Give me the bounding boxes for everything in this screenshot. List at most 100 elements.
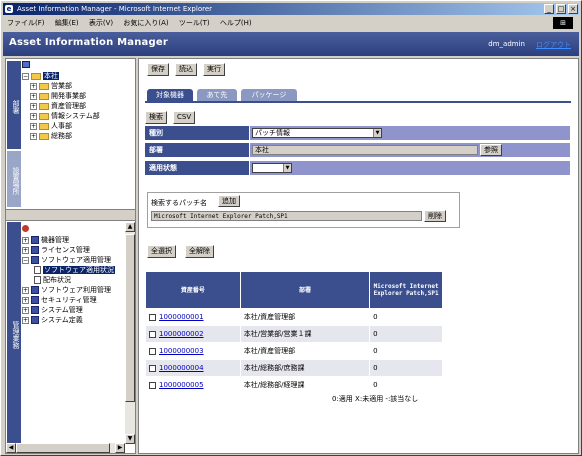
delete-patch-button[interactable]: 削除 [424, 210, 446, 222]
book-icon [31, 316, 39, 324]
maximize-button[interactable]: □ [556, 4, 566, 14]
expand-icon[interactable]: + [30, 92, 37, 100]
chevron-down-icon[interactable]: ▼ [283, 164, 291, 172]
tree-node-is[interactable]: + 情報システム部 [22, 111, 136, 121]
collapse-icon[interactable]: − [22, 72, 29, 80]
row-checkbox[interactable] [149, 381, 156, 389]
chevron-down-icon[interactable]: ▼ [373, 129, 381, 137]
menu-file[interactable]: ファイル(F) [7, 16, 45, 30]
row-checkbox[interactable] [149, 330, 156, 338]
tab-destination[interactable]: あて先 [197, 89, 237, 101]
tree-node-sales[interactable]: + 営業部 [22, 81, 136, 91]
menu-help[interactable]: ヘルプ(H) [220, 16, 252, 30]
tree-node-system[interactable]: + システム管理 [22, 305, 128, 315]
tree-label[interactable]: 人事部 [51, 122, 72, 130]
minimize-button[interactable]: _ [544, 4, 554, 14]
asset-cell: 1000000005 [145, 376, 241, 394]
row-checkbox[interactable] [149, 347, 156, 355]
tree-label[interactable]: 情報システム部 [51, 112, 100, 120]
tree-label[interactable]: ライセンス管理 [41, 246, 90, 254]
save-button[interactable]: 保存 [147, 63, 169, 76]
dept-field[interactable]: 本社 [252, 145, 478, 155]
tree-label[interactable]: 開発事業部 [51, 92, 86, 100]
dept-field-row: 本社 参照 [250, 143, 570, 157]
tree-label[interactable]: 資産管理部 [51, 102, 86, 110]
reference-button[interactable]: 参照 [480, 144, 502, 156]
tree-label-selected[interactable]: ソフトウェア適用状況 [43, 266, 115, 274]
tree-label[interactable]: 総務部 [51, 132, 72, 140]
expand-icon[interactable]: + [22, 286, 29, 294]
asset-link[interactable]: 1000000004 [159, 364, 204, 372]
tab-management[interactable]: 管理業務 [7, 222, 21, 444]
tree-label[interactable]: 営業部 [51, 82, 72, 90]
type-select[interactable]: パッチ情報 ▼ [252, 128, 382, 138]
menu-favorites[interactable]: お気に入り(A) [123, 16, 168, 30]
tree-node-license[interactable]: + ライセンス管理 [22, 245, 128, 255]
select-all-button[interactable]: 全選択 [147, 245, 176, 258]
tree-node-security[interactable]: + セキュリティ管理 [22, 295, 128, 305]
tree-label[interactable]: 機器管理 [41, 236, 69, 244]
close-button[interactable]: × [568, 4, 578, 14]
tree-label[interactable]: システム定義 [41, 316, 83, 324]
expand-icon[interactable]: + [30, 122, 37, 130]
expand-icon[interactable]: + [22, 246, 29, 254]
app-title: Asset Information Manager [9, 37, 168, 48]
expand-icon[interactable]: + [30, 112, 37, 120]
expand-icon[interactable]: + [22, 306, 29, 314]
col-asset-no[interactable]: 資産番号 [145, 271, 241, 309]
expand-icon[interactable]: + [30, 102, 37, 110]
tree-label[interactable]: ソフトウェア利用管理 [41, 286, 111, 294]
asset-link[interactable]: 1000000003 [159, 347, 204, 355]
patch-name-field[interactable]: Microsoft Internet Explorer Patch,SP1 [151, 211, 422, 221]
tree-node-root[interactable]: − 本社 [22, 71, 136, 81]
tree-node-sw-usage[interactable]: + ソフトウェア利用管理 [22, 285, 128, 295]
csv-button[interactable]: CSV [173, 111, 196, 124]
tab-department[interactable]: 部署 [7, 61, 21, 149]
tree-label[interactable]: セキュリティ管理 [41, 296, 97, 304]
tree-node-device[interactable]: + 機器管理 [22, 235, 128, 245]
deselect-all-button[interactable]: 全解除 [185, 245, 214, 258]
patch-label: 検索するパッチ名 [151, 199, 207, 207]
search-button[interactable]: 検索 [145, 111, 167, 124]
row-checkbox[interactable] [149, 313, 156, 321]
run-button[interactable]: 実行 [203, 63, 225, 76]
scroll-up-icon[interactable]: ▲ [125, 222, 135, 232]
tree-node-asset[interactable]: + 資産管理部 [22, 101, 136, 111]
tree-node-sysdef[interactable]: + システム定義 [22, 315, 128, 325]
col-dept[interactable]: 部署 [239, 271, 371, 309]
menu-view[interactable]: 表示(V) [89, 16, 113, 30]
tree-node-sw-apply[interactable]: − ソフトウェア適用管理 [22, 255, 128, 265]
expand-icon[interactable]: + [22, 236, 29, 244]
asset-link[interactable]: 1000000002 [159, 330, 204, 338]
tree-node-dev[interactable]: + 開発事業部 [22, 91, 136, 101]
vertical-scrollbar[interactable]: ▲ ▼ [125, 222, 135, 444]
add-patch-button[interactable]: 追加 [218, 195, 240, 207]
tree-node-hr[interactable]: + 人事部 [22, 121, 136, 131]
tree-node-sw-status[interactable]: ソフトウェア適用状況 [22, 265, 128, 275]
expand-icon[interactable]: + [22, 296, 29, 304]
asset-link[interactable]: 1000000001 [159, 313, 204, 321]
expand-icon[interactable]: + [30, 82, 37, 90]
tab-location[interactable]: 設置場所 [7, 151, 21, 207]
scroll-thumb[interactable] [125, 234, 135, 402]
tree-label[interactable]: システム管理 [41, 306, 83, 314]
load-button[interactable]: 読込 [175, 63, 197, 76]
tree-label-root[interactable]: 本社 [43, 72, 59, 80]
collapse-icon[interactable]: − [22, 256, 29, 264]
col-patch[interactable]: Microsoft Internet Explorer Patch,SP1 [369, 271, 443, 309]
tree-label[interactable]: 配布状況 [43, 276, 71, 284]
expand-icon[interactable]: + [30, 132, 37, 140]
tree-node-ga[interactable]: + 総務部 [22, 131, 136, 141]
tab-package[interactable]: パッケージ [241, 89, 297, 101]
tree-node-distribution[interactable]: 配布状況 [22, 275, 128, 285]
tab-target-devices[interactable]: 対象機器 [147, 89, 193, 101]
status-select[interactable]: ▼ [252, 163, 292, 173]
menu-tools[interactable]: ツール(T) [179, 16, 210, 30]
expand-icon[interactable]: + [22, 316, 29, 324]
pane-splitter[interactable] [6, 209, 135, 221]
tree-label[interactable]: ソフトウェア適用管理 [41, 256, 111, 264]
menu-edit[interactable]: 編集(E) [55, 16, 79, 30]
logout-link[interactable]: ログアウト [536, 40, 571, 50]
asset-link[interactable]: 1000000005 [159, 381, 204, 389]
row-checkbox[interactable] [149, 364, 156, 372]
